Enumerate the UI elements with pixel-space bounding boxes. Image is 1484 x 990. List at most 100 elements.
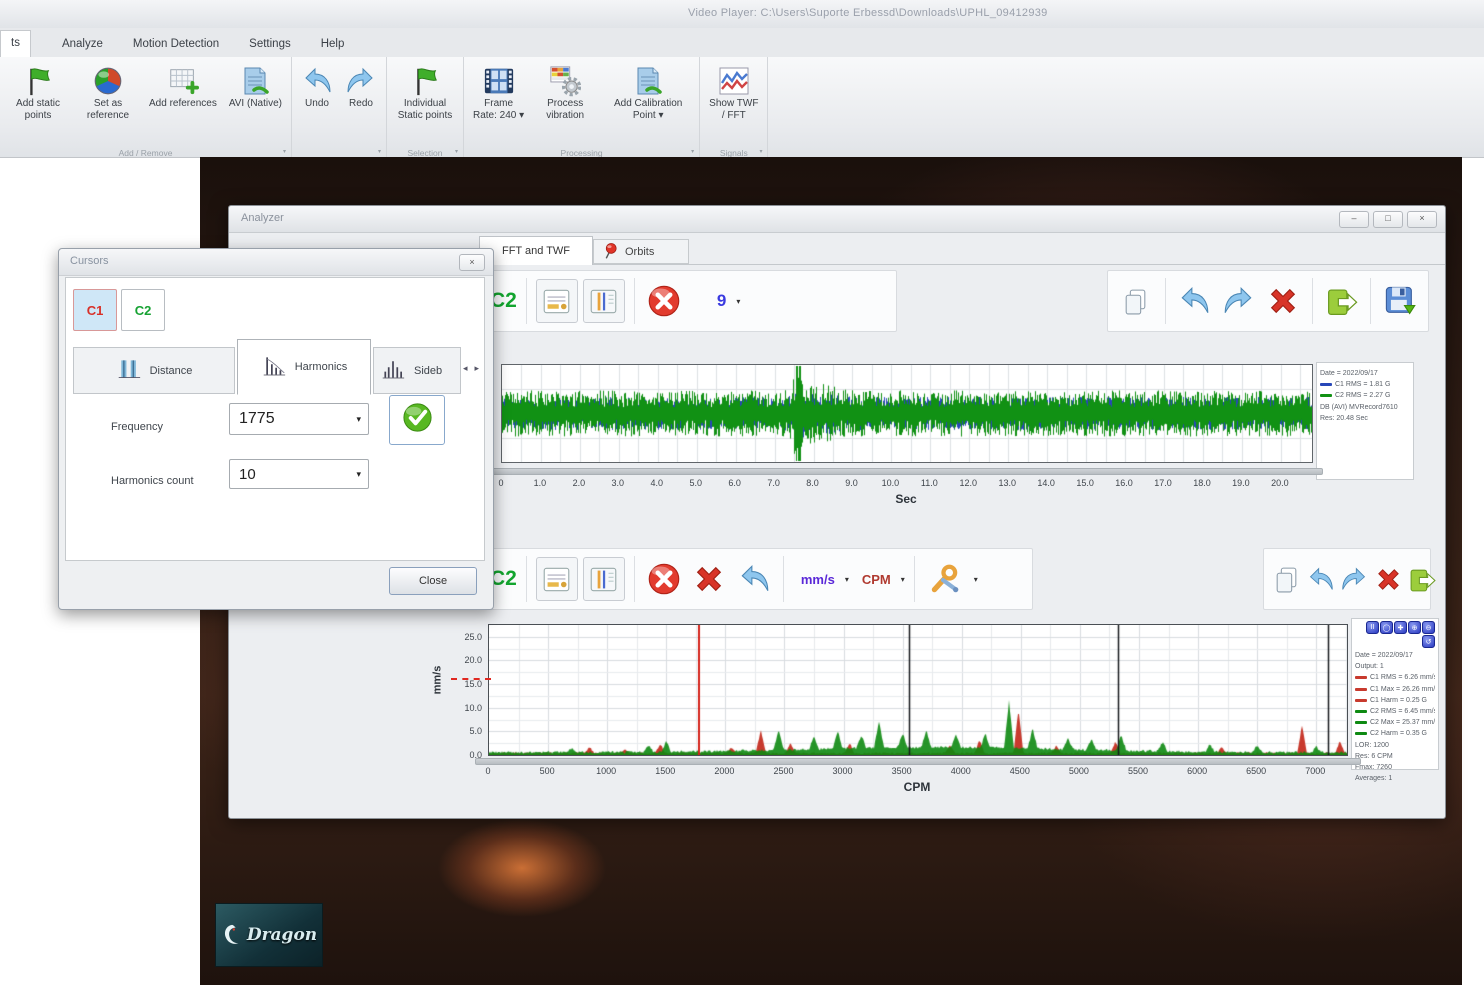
ribbon-button-avi-native[interactable]: AVI (Native) [223,59,288,110]
legend-line: Date = 2022/09/17 [1320,368,1410,379]
group-launcher-icon[interactable]: ▾ [759,148,762,155]
ribbon-tab-settings[interactable]: Settings [234,32,306,57]
twf-redo-button[interactable] [1219,278,1259,324]
fft-undo2-button[interactable] [1306,556,1335,602]
maximize-button[interactable]: □ [1373,211,1403,228]
fft-zoom-button[interactable]: ↺ [1422,635,1435,648]
tab-scroll-right-icon[interactable]: ▸ [475,363,480,374]
chevron-down-icon[interactable]: ▾ [356,414,368,425]
twf-scrollbar[interactable] [487,468,1323,475]
separator [1165,278,1166,324]
fft-scrollbar[interactable] [475,758,1361,765]
harmonics-count-value[interactable]: 10 [230,466,356,483]
cursor-tab-c2[interactable]: C2 [121,289,165,331]
twf-cursor-lines-button[interactable] [583,279,625,323]
tab-fft-and-twf[interactable]: FFT and TWF [479,236,593,265]
twf-cursor-c2-label[interactable]: C2 [490,289,517,313]
axis-tick-label: 17.0 [1154,478,1172,488]
fft-clear-button[interactable] [689,556,729,602]
fft-delete-cursor-button[interactable] [644,556,684,602]
fft-frequency-unit-dropdown[interactable]: CPM [862,572,891,587]
chevron-down-icon[interactable]: ▾ [845,575,849,584]
twf-copy-button[interactable] [1116,278,1156,324]
axis-tick-label: 19.0 [1232,478,1250,488]
axis-tick-label: 1000 [596,766,616,776]
harmonics-count-combobox[interactable]: 10 ▾ [229,459,369,489]
ribbon-button-individual-static-points[interactable]: Individual Static points [390,59,460,122]
fft-chart[interactable] [488,624,1348,756]
axis-tick-label: 10.0 [464,703,482,713]
fft-labels-button[interactable] [536,557,578,601]
cursor-tab-c1[interactable]: C1 [73,289,117,331]
axis-tick-label: 1.0 [534,478,547,488]
fft-zoom-button[interactable]: ⊕ [1408,621,1421,634]
twf-export-button[interactable] [1322,278,1362,324]
fft-unit-dropdown[interactable]: mm/s [801,572,835,587]
ribbon-button-redo[interactable]: Redo [339,59,383,110]
group-launcher-icon[interactable]: ▾ [283,148,286,155]
analyzer-titlebar[interactable]: Analyzer – □ × [229,206,1445,233]
ribbon-button-frame-rate-240[interactable]: Frame Rate: 240 ▾ [467,59,530,122]
twf-harmonics-count-value[interactable]: 9 [717,291,726,311]
fft-cursor-lines-button[interactable] [583,557,625,601]
apply-frequency-button[interactable] [389,395,445,445]
fft-zoom-button[interactable]: II [1366,621,1379,634]
twf-chart[interactable] [501,364,1313,463]
ribbon-button-add-static-points[interactable]: Add static points [3,59,73,122]
twf-legend: Date = 2022/09/17C1 RMS = 1.81 GC2 RMS =… [1316,362,1414,480]
tab-scroll-left-icon[interactable]: ◂ [463,363,468,374]
legend-swatch [1355,732,1367,735]
ribbon-button-process-vibration[interactable]: Process vibration [530,59,600,122]
ribbon-button-undo[interactable]: Undo [295,59,339,110]
chevron-down-icon[interactable]: ▾ [736,297,740,306]
separator [526,556,527,602]
ribbon-button-add-calibration-point[interactable]: Add Calibration Point ▾ [600,59,696,122]
harmonics-icon [261,354,287,381]
separator [914,556,915,602]
frequency-value[interactable]: 1775 [230,410,356,428]
ribbon-tab-ts[interactable]: ts [0,30,31,57]
fft-tools-button[interactable] [924,556,964,602]
ribbon-tab-analyze[interactable]: Analyze [47,32,118,57]
twf-clear-button[interactable] [1263,278,1303,324]
tab-orbits[interactable]: Orbits [593,239,689,264]
tab-sidebands[interactable]: Sideb [373,347,461,394]
close-button[interactable]: × [1407,211,1437,228]
legend-swatch [1355,699,1367,702]
twf-labels-button[interactable] [536,279,578,323]
close-button[interactable]: Close [389,567,477,595]
twf-delete-cursor-button[interactable] [644,278,684,324]
fft-zoom-button[interactable]: ◯ [1380,621,1393,634]
twf-save-button[interactable] [1380,278,1420,324]
ribbon-button-set-as-reference[interactable]: Set as reference [73,59,143,122]
ribbon-tab-motion-detection[interactable]: Motion Detection [118,32,234,57]
chevron-down-icon[interactable]: ▾ [974,575,978,584]
chevron-down-icon[interactable]: ▾ [356,469,368,480]
cursors-dialog-titlebar[interactable]: Cursors × [59,249,493,276]
fft-zoom-button[interactable]: ⊖ [1422,621,1435,634]
fft-zoom-button[interactable]: ✚ [1394,621,1407,634]
ribbon-button-add-references[interactable]: Add references [143,59,223,110]
fft-cursor-c2-label[interactable]: C2 [490,567,517,591]
tab-distance[interactable]: Distance [73,347,235,394]
group-launcher-icon[interactable]: ▾ [455,148,458,155]
fft-undo-button[interactable] [734,556,774,602]
twf-undo-button[interactable] [1174,278,1214,324]
group-launcher-icon[interactable]: ▾ [378,148,381,155]
analyzer-title: Analyzer [241,212,284,224]
fft-redo-button[interactable] [1340,556,1369,602]
chevron-down-icon[interactable]: ▾ [901,575,905,584]
axis-tick-label: 2.0 [573,478,586,488]
cursors-dialog-close-icon[interactable]: × [459,254,485,271]
ribbon-tab-help[interactable]: Help [306,32,360,57]
frequency-combobox[interactable]: 1775 ▾ [229,403,369,435]
fft-copy-button[interactable] [1272,556,1301,602]
tab-scroll-buttons: ◂ ▸ [463,363,479,374]
tab-harmonics[interactable]: Harmonics [237,339,371,395]
fft-export-button[interactable] [1408,556,1437,602]
group-launcher-icon[interactable]: ▾ [691,148,694,155]
fft-delete-button[interactable] [1374,556,1403,602]
minimize-button[interactable]: – [1339,211,1369,228]
axis-tick-label: 25.0 [464,632,482,642]
ribbon-button-show-twf-fft[interactable]: Show TWF / FFT [703,59,764,122]
